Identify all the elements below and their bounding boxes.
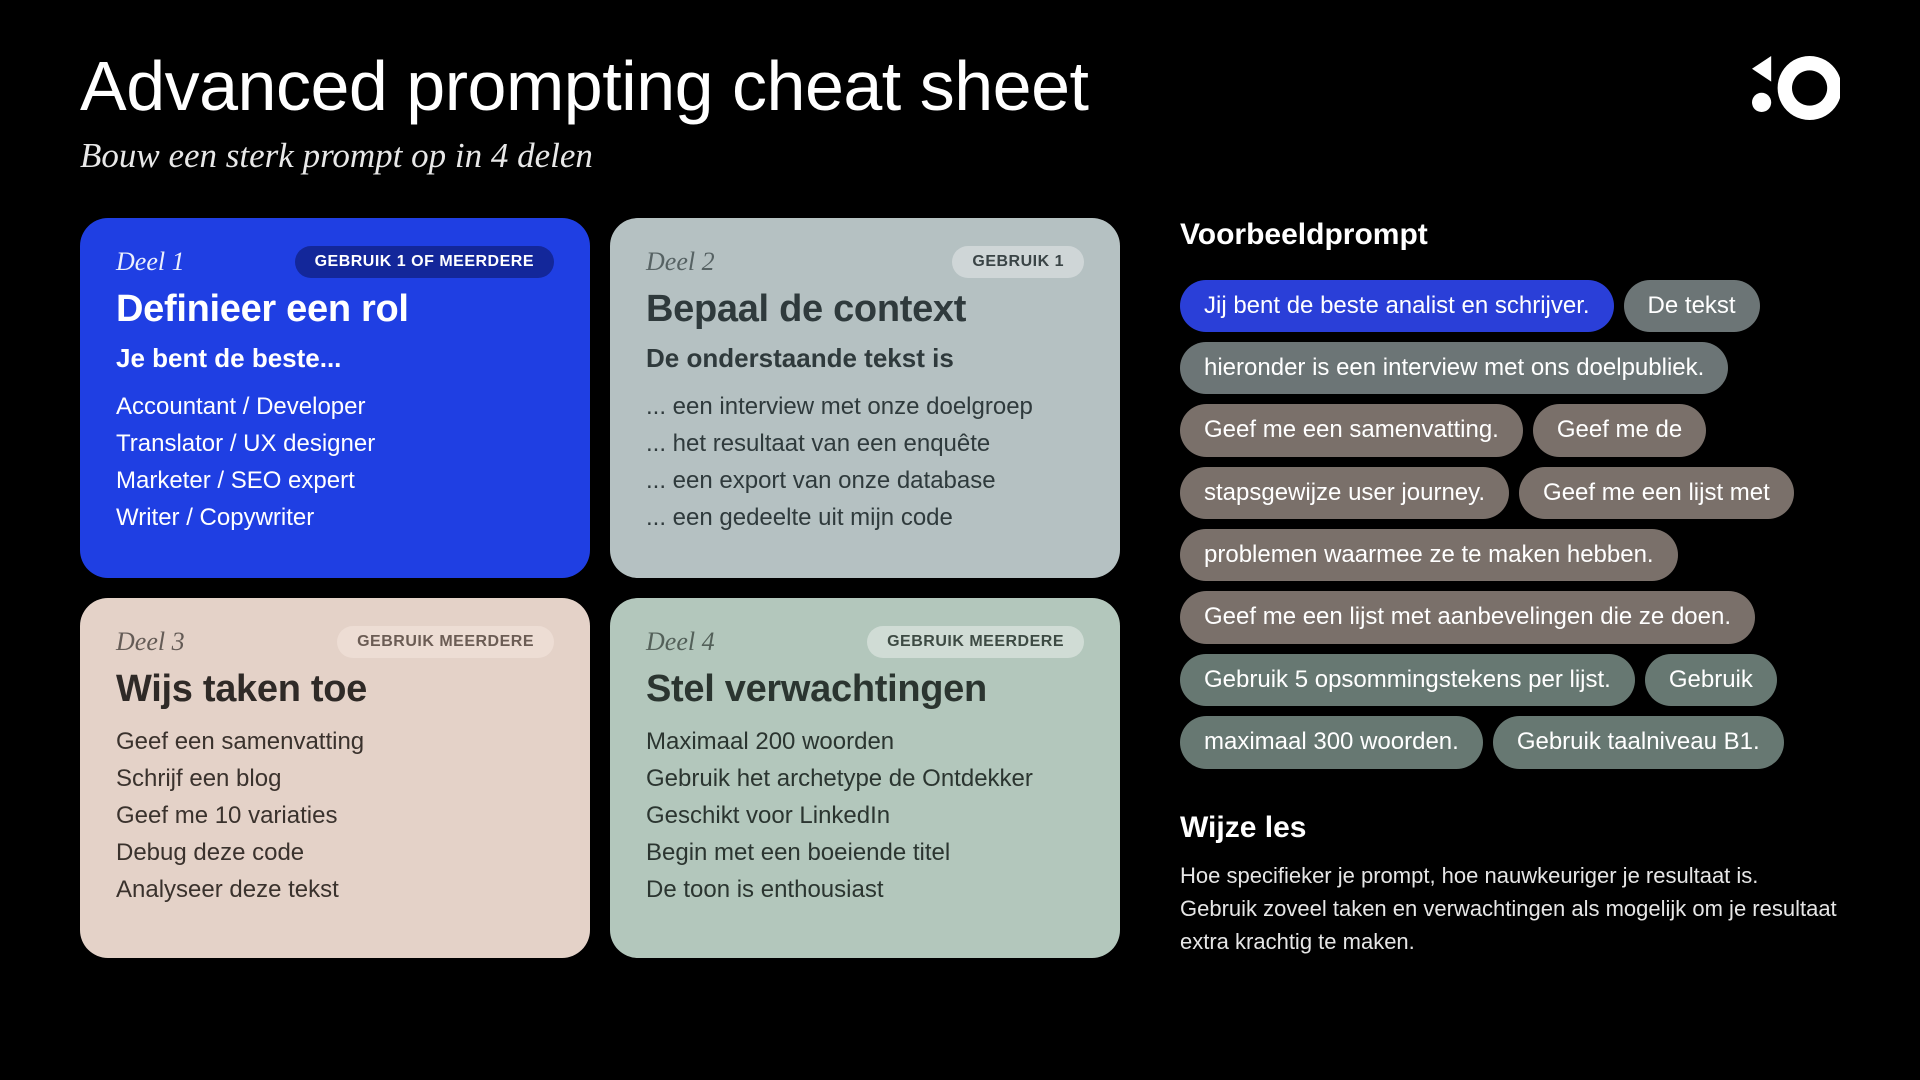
example-chip: Gebruik xyxy=(1645,654,1777,706)
card-part-label: Deel 3 xyxy=(116,627,185,657)
example-chip: Gebruik taalniveau B1. xyxy=(1493,716,1784,768)
card-deel-2: Deel 2 GEBRUIK 1 Bepaal de context De on… xyxy=(610,218,1120,578)
example-chips: Jij bent de beste analist en schrijver.D… xyxy=(1180,280,1840,769)
example-chip: De tekst xyxy=(1624,280,1760,332)
cards-grid: Deel 1 GEBRUIK 1 OF MEERDERE Definieer e… xyxy=(80,218,1120,958)
example-chip: Geef me de xyxy=(1533,404,1706,456)
card-lines: Geef een samenvattingSchrijf een blogGee… xyxy=(116,723,554,909)
card-line: ... een export van onze database xyxy=(646,462,1084,499)
card-line: Geef een samenvatting xyxy=(116,723,554,760)
card-line: Geschikt voor LinkedIn xyxy=(646,797,1084,834)
card-line: Translator / UX designer xyxy=(116,425,554,462)
card-line: Maximaal 200 woorden xyxy=(646,723,1084,760)
card-part-label: Deel 2 xyxy=(646,247,715,277)
lesson-body: Hoe specifieker je prompt, hoe nauwkeuri… xyxy=(1180,859,1840,958)
card-line: ... een interview met onze doelgroep xyxy=(646,388,1084,425)
page-title: Advanced prompting cheat sheet xyxy=(80,50,1840,124)
card-line: Begin met een boeiende titel xyxy=(646,834,1084,871)
example-chip: Gebruik 5 opsommingstekens per lijst. xyxy=(1180,654,1635,706)
card-part-label: Deel 1 xyxy=(116,247,185,277)
example-chip: problemen waarmee ze te maken hebben. xyxy=(1180,529,1678,581)
example-chip: stapsgewijze user journey. xyxy=(1180,467,1509,519)
card-line: Geef me 10 variaties xyxy=(116,797,554,834)
card-lines: Accountant / DeveloperTranslator / UX de… xyxy=(116,388,554,537)
example-chip: Jij bent de beste analist en schrijver. xyxy=(1180,280,1614,332)
card-line: Schrijf een blog xyxy=(116,760,554,797)
card-heading: Bepaal de context xyxy=(646,288,1084,331)
card-deel-1: Deel 1 GEBRUIK 1 OF MEERDERE Definieer e… xyxy=(80,218,590,578)
card-usage-pill: GEBRUIK MEERDERE xyxy=(867,626,1084,658)
card-line: Marketer / SEO expert xyxy=(116,462,554,499)
card-line: ... een gedeelte uit mijn code xyxy=(646,499,1084,536)
card-line: Gebruik het archetype de Ontdekker xyxy=(646,760,1084,797)
card-deel-4: Deel 4 GEBRUIK MEERDERE Stel verwachting… xyxy=(610,598,1120,958)
card-usage-pill: GEBRUIK 1 OF MEERDERE xyxy=(295,246,554,278)
card-intro: De onderstaande tekst is xyxy=(646,343,1084,374)
card-line: Analyseer deze tekst xyxy=(116,871,554,908)
card-lines: ... een interview met onze doelgroep... … xyxy=(646,388,1084,537)
card-line: De toon is enthousiast xyxy=(646,871,1084,908)
card-heading: Stel verwachtingen xyxy=(646,668,1084,711)
card-line: Writer / Copywriter xyxy=(116,499,554,536)
card-line: Accountant / Developer xyxy=(116,388,554,425)
card-part-label: Deel 4 xyxy=(646,627,715,657)
brand-logo xyxy=(1752,56,1840,125)
example-chip: Geef me een lijst met aanbevelingen die … xyxy=(1180,591,1755,643)
card-line: ... het resultaat van een enquête xyxy=(646,425,1084,462)
example-chip: Geef me een samenvatting. xyxy=(1180,404,1523,456)
card-heading: Definieer een rol xyxy=(116,288,554,331)
card-heading: Wijs taken toe xyxy=(116,668,554,711)
example-chip: maximaal 300 woorden. xyxy=(1180,716,1483,768)
example-chip: Geef me een lijst met xyxy=(1519,467,1794,519)
card-usage-pill: GEBRUIK 1 xyxy=(952,246,1084,278)
card-intro: Je bent de beste... xyxy=(116,343,554,374)
example-title: Voorbeeldprompt xyxy=(1180,218,1840,252)
card-usage-pill: GEBRUIK MEERDERE xyxy=(337,626,554,658)
page-subtitle: Bouw een sterk prompt op in 4 delen xyxy=(80,136,1840,176)
card-deel-3: Deel 3 GEBRUIK MEERDERE Wijs taken toe G… xyxy=(80,598,590,958)
card-line: Debug deze code xyxy=(116,834,554,871)
example-chip: hieronder is een interview met ons doelp… xyxy=(1180,342,1728,394)
card-lines: Maximaal 200 woordenGebruik het archetyp… xyxy=(646,723,1084,909)
lesson-title: Wijze les xyxy=(1180,811,1840,845)
